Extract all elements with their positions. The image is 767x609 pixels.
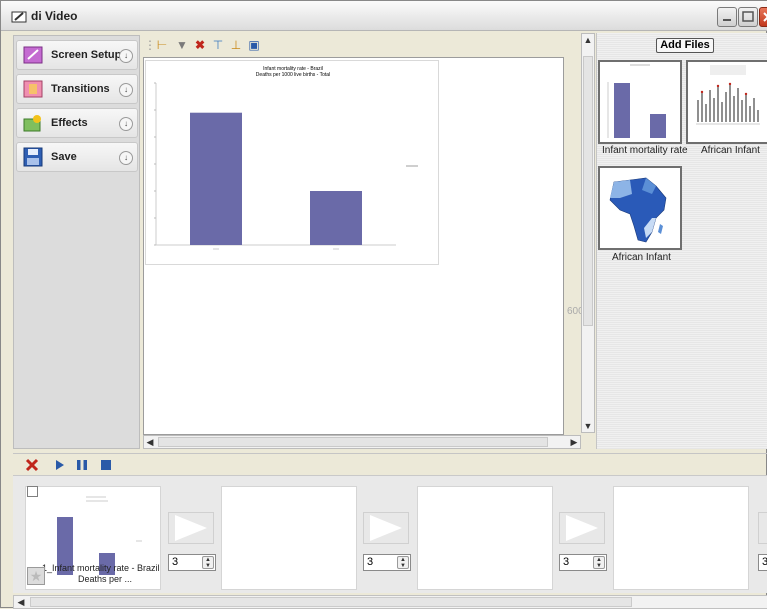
window-title: di Video <box>31 9 78 23</box>
align-bottom-icon[interactable]: ⊥ <box>229 38 243 52</box>
bring-forward-icon[interactable]: ⊤ <box>211 38 225 52</box>
file-caption: African Infant <box>701 145 760 156</box>
slide-caption-line2: Deaths per ... <box>78 574 133 584</box>
chevron-down-icon[interactable]: ↓ <box>119 117 133 131</box>
sidebar: Screen Setup ↓ Transitions ↓ Effects ↓ S… <box>13 35 140 449</box>
chart-bar <box>190 112 242 245</box>
sidebar-item-effects[interactable]: Effects ↓ <box>16 108 138 138</box>
stepper-arrows-icon[interactable]: ▲ ▼ <box>593 556 605 569</box>
app-window: di Video Screen Setup ↓ Transitions ↓ Ef… <box>0 0 767 609</box>
duration-value: 3 <box>762 556 767 568</box>
filter-icon[interactable]: ▼ <box>175 38 189 52</box>
sidebar-item-label: Screen Setup <box>51 49 122 61</box>
timeline-strip: 1_Infant mortality rate - Brazil Deaths … <box>13 475 767 593</box>
minimize-icon <box>723 19 731 21</box>
canvas-vertical-scrollbar[interactable]: ▲ ▼ <box>581 33 595 433</box>
monitor-icon[interactable]: ▣ <box>247 38 261 52</box>
chevron-down-icon[interactable]: ↓ <box>119 49 133 63</box>
duration-value: 3 <box>563 556 570 568</box>
play-icon[interactable] <box>53 458 67 472</box>
chevron-down-icon[interactable]: ↓ <box>119 151 133 165</box>
sidebar-item-screen-setup[interactable]: Screen Setup ↓ <box>16 40 138 70</box>
chart-subtitle: Deaths per 1000 live births - Total <box>256 72 330 78</box>
scroll-up-icon[interactable]: ▲ <box>582 34 594 46</box>
chart-bar <box>310 191 362 245</box>
title-bar: di Video <box>1 1 767 31</box>
stepper-arrows-icon[interactable]: ▲ ▼ <box>202 556 214 569</box>
sidebar-item-label: Transitions <box>51 83 110 95</box>
transitions-icon <box>23 80 43 98</box>
transition-slot[interactable] <box>758 512 767 544</box>
duration-value: 3 <box>172 556 179 568</box>
scroll-thumb[interactable] <box>30 597 632 607</box>
africa-map-thumbnail-icon <box>609 177 667 243</box>
star-icon[interactable]: ★ <box>27 567 45 585</box>
chart-marks <box>154 82 396 250</box>
scroll-thumb[interactable] <box>158 437 548 447</box>
app-logo-icon <box>11 11 27 23</box>
scroll-right-icon[interactable]: ▶ <box>568 436 580 448</box>
canvas-horizontal-scrollbar[interactable]: ◀ ▶ <box>143 435 581 449</box>
playback-toolbar <box>13 453 767 475</box>
chart-slide[interactable]: Infant mortality rate - Brazil Deaths pe… <box>145 60 439 265</box>
add-files-button[interactable]: Add Files <box>656 38 714 53</box>
editor-canvas[interactable]: Infant mortality rate - Brazil Deaths pe… <box>143 57 564 435</box>
sidebar-item-label: Save <box>51 151 77 163</box>
scroll-left-icon[interactable]: ◀ <box>144 436 156 448</box>
duration-value: 3 <box>367 556 374 568</box>
scroll-thumb[interactable] <box>583 56 593 326</box>
transition-slot[interactable] <box>559 512 605 544</box>
transition-arrow-icon <box>370 515 402 541</box>
maximize-button[interactable] <box>738 7 758 27</box>
duration-stepper[interactable]: 3 <box>758 554 767 571</box>
save-icon <box>23 147 43 167</box>
delete-icon[interactable] <box>25 458 39 472</box>
stop-icon[interactable] <box>99 458 113 472</box>
file-caption: African Infant <box>612 252 671 263</box>
file-thumbnail-line-chart[interactable] <box>686 60 767 144</box>
scroll-down-icon[interactable]: ▼ <box>582 420 594 432</box>
close-icon <box>763 12 767 22</box>
timeline-slide-empty[interactable] <box>417 486 553 590</box>
transition-arrow-icon <box>566 515 598 541</box>
slide-caption: 1_Infant mortality rate - Brazil Deaths … <box>42 563 162 585</box>
timeline-slide-empty[interactable] <box>613 486 749 590</box>
duration-stepper[interactable]: 3 ▲ ▼ <box>168 554 216 571</box>
file-thumbnail-bar-chart[interactable] <box>598 60 682 144</box>
timeline-slide[interactable]: 1_Infant mortality rate - Brazil Deaths … <box>25 486 161 590</box>
minimize-button[interactable] <box>717 7 737 27</box>
screen-setup-icon <box>23 46 43 64</box>
chevron-down-icon[interactable]: ↓ <box>119 83 133 97</box>
editor-toolbar: ⋮ ⊢ ▼ ✖ ⊤ ⊥ ▣ <box>143 35 581 55</box>
slide-caption-line1: 1_Infant mortality rate - Brazil <box>42 563 160 573</box>
transition-slot[interactable] <box>363 512 409 544</box>
chart-legend-swatch <box>406 165 418 167</box>
bar-chart-thumbnail-icon <box>607 64 666 138</box>
transition-slot[interactable] <box>168 512 214 544</box>
line-chart-thumbnail-icon <box>696 65 760 125</box>
duration-stepper[interactable]: 3 ▲ ▼ <box>559 554 607 571</box>
duration-stepper[interactable]: 3 ▲ ▼ <box>363 554 411 571</box>
transition-arrow-icon <box>175 515 207 541</box>
stepper-arrows-icon[interactable]: ▲ ▼ <box>397 556 409 569</box>
close-button[interactable] <box>759 7 767 27</box>
sidebar-item-label: Effects <box>51 117 88 129</box>
sidebar-item-transitions[interactable]: Transitions ↓ <box>16 74 138 104</box>
file-thumbnail-africa-map[interactable] <box>598 166 682 250</box>
delete-icon[interactable]: ✖ <box>193 38 207 52</box>
pause-icon[interactable] <box>75 458 89 472</box>
timeline-slide-empty[interactable] <box>221 486 357 590</box>
sidebar-item-save[interactable]: Save ↓ <box>16 142 138 172</box>
file-caption: Infant mortality rate <box>602 145 688 156</box>
slide-select-checkbox[interactable] <box>27 486 38 497</box>
effects-icon <box>23 115 41 132</box>
scroll-left-icon[interactable]: ◀ <box>15 596 27 608</box>
align-left-icon[interactable]: ⊢ <box>155 38 169 52</box>
maximize-icon <box>742 11 754 22</box>
timeline-horizontal-scrollbar[interactable]: ◀ <box>13 595 767 609</box>
